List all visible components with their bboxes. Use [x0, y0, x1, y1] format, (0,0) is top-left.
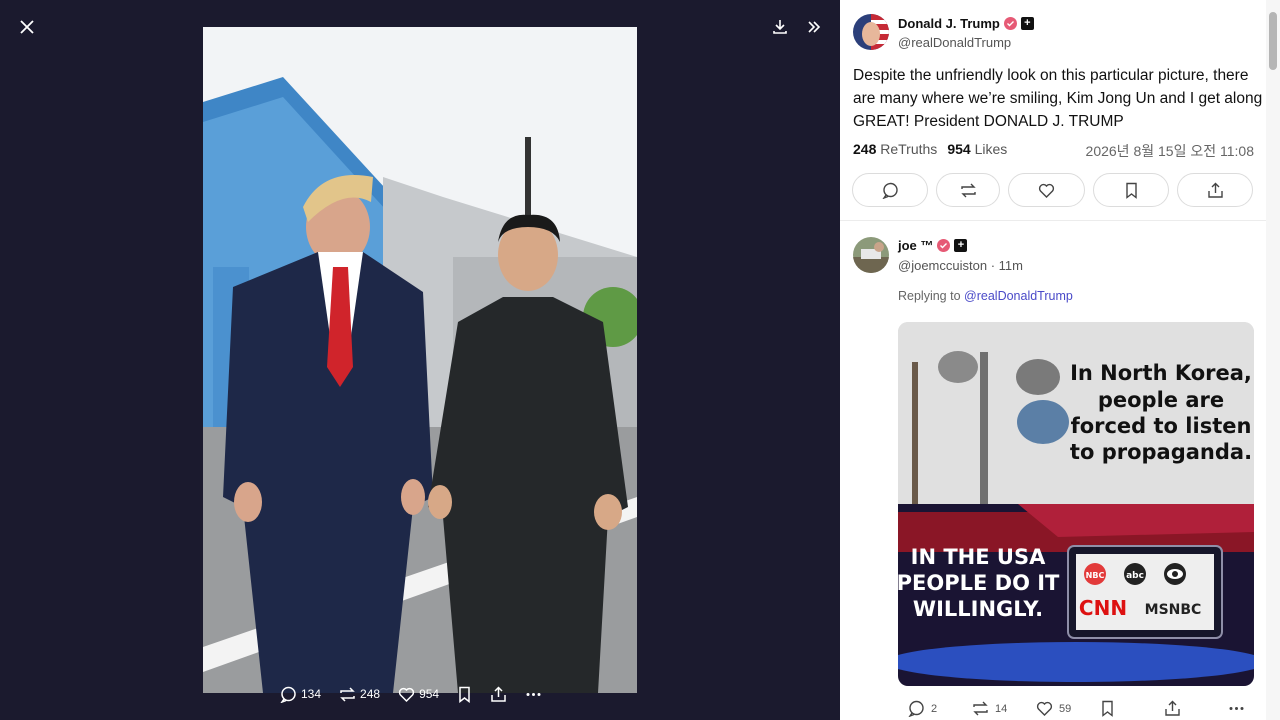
- media-viewer: 134 248 954: [0, 0, 840, 720]
- media-retruth-button[interactable]: 248: [339, 686, 380, 703]
- bookmark-button[interactable]: [1093, 173, 1169, 207]
- retruths-stat[interactable]: 248 ReTruths: [853, 141, 937, 157]
- reply-meme-image[interactable]: In North Korea, people are forced to lis…: [898, 322, 1254, 686]
- likes-label: Likes: [974, 141, 1008, 157]
- logo-cnn: CNN: [1079, 596, 1127, 620]
- author-name[interactable]: Donald J. Trump: [898, 16, 1000, 31]
- media-reply-count: 134: [301, 687, 322, 701]
- divider: [840, 220, 1266, 221]
- reply-button[interactable]: [852, 173, 928, 207]
- meme-top-line-1: In North Korea,: [1070, 361, 1252, 385]
- meme-bottom-line-1: IN THE USA: [911, 545, 1046, 569]
- reply-more-button[interactable]: [1228, 700, 1280, 717]
- meme-top-line-2: people are: [1098, 388, 1224, 412]
- reply-author-meta: @joemccuiston · 11m: [898, 258, 1023, 273]
- media-retruth-count: 248: [360, 687, 381, 701]
- logo-abc: abc: [1126, 571, 1144, 581]
- post-datetime: 2026년 8월 15일 오전 11:08: [1085, 143, 1254, 159]
- reply-reply-count: 2: [931, 702, 938, 715]
- media-reply-button[interactable]: 134: [280, 686, 321, 703]
- meme-bottom-line-2: PEOPLE DO IT: [898, 571, 1060, 595]
- media-like-button[interactable]: 954: [398, 686, 439, 703]
- reply-like-count: 59: [1059, 702, 1072, 715]
- share-icon: [491, 685, 506, 702]
- reply-share-button[interactable]: [1164, 700, 1228, 717]
- plus-badge-icon: +: [954, 239, 968, 252]
- bookmark-icon: [459, 686, 470, 703]
- meme-top-line-4: to propaganda.: [1070, 440, 1252, 464]
- reply-author-name-row: joe ™ +: [898, 238, 968, 253]
- media-action-bar: 134 248 954: [280, 680, 542, 708]
- author-avatar[interactable]: [853, 14, 889, 50]
- reply-action-bar: 2 14 59: [908, 700, 1280, 717]
- more-icon: [526, 692, 541, 696]
- comment-icon: [908, 700, 924, 717]
- post-text: Despite the unfriendly look on this part…: [853, 67, 1263, 130]
- replying-to-prefix: Replying to: [898, 289, 961, 303]
- heart-icon: [398, 687, 415, 702]
- media-like-count: 954: [419, 687, 440, 701]
- likes-count: 954: [947, 141, 971, 157]
- media-more-button[interactable]: [525, 686, 542, 703]
- share-icon: [1165, 700, 1180, 716]
- scrollbar[interactable]: [1266, 0, 1280, 720]
- media-share-button[interactable]: [490, 685, 507, 703]
- scrollbar-thumb[interactable]: [1269, 12, 1277, 70]
- retruths-label: ReTruths: [880, 141, 938, 157]
- author-handle[interactable]: @realDonaldTrump: [898, 35, 1011, 50]
- post-stats: 248 ReTruths 954 Likes: [853, 141, 1007, 157]
- like-button[interactable]: [1008, 173, 1085, 207]
- verified-badge-icon: [937, 239, 951, 252]
- post-action-bar: [852, 173, 1253, 207]
- meme-top-line-3: forced to listen: [1071, 414, 1252, 438]
- retruths-count: 248: [853, 141, 877, 157]
- likes-stat[interactable]: 954 Likes: [947, 141, 1007, 157]
- logo-nbc: NBC: [1086, 571, 1105, 580]
- reply-author-avatar[interactable]: [853, 237, 889, 273]
- post-detail-panel: Donald J. Trump + @realDonaldTrump Despi…: [840, 0, 1280, 720]
- reply-reply-button[interactable]: 2: [908, 700, 972, 717]
- meme-bottom-line-3: WILLINGLY.: [913, 597, 1043, 621]
- download-icon[interactable]: [766, 13, 794, 41]
- reply-author-handle[interactable]: @joemccuiston: [898, 258, 987, 273]
- reply-retruth-count: 14: [995, 702, 1008, 715]
- comment-icon: [280, 686, 296, 703]
- author-name-row: Donald J. Trump +: [898, 16, 1034, 31]
- close-icon[interactable]: [13, 13, 41, 41]
- bookmark-icon: [1125, 182, 1137, 199]
- replying-to-link[interactable]: @realDonaldTrump: [964, 289, 1073, 303]
- more-icon: [1229, 707, 1244, 710]
- comment-icon: [881, 182, 898, 199]
- reply-bookmark-button[interactable]: [1100, 700, 1164, 717]
- retruth-icon: [340, 686, 355, 702]
- heart-icon: [1036, 701, 1053, 716]
- verified-badge-icon: [1003, 17, 1017, 30]
- share-button[interactable]: [1177, 173, 1253, 207]
- reply-time: · 11m: [990, 258, 1023, 273]
- reply-retruth-button[interactable]: 14: [972, 700, 1036, 717]
- plus-badge-icon: +: [1020, 17, 1034, 30]
- retruth-button[interactable]: [936, 173, 1000, 207]
- reply-author-name[interactable]: joe ™: [898, 238, 933, 253]
- media-bookmark-button[interactable]: [457, 686, 472, 703]
- retruth-icon: [960, 183, 976, 197]
- post-photo[interactable]: [203, 27, 637, 693]
- replying-to: Replying to @realDonaldTrump: [898, 289, 1073, 303]
- logo-msnbc: MSNBC: [1145, 602, 1202, 618]
- reply-like-button[interactable]: 59: [1036, 700, 1100, 717]
- bookmark-icon: [1102, 700, 1113, 717]
- retruth-icon: [973, 701, 988, 716]
- share-icon: [1207, 182, 1223, 198]
- collapse-panel-icon[interactable]: [800, 13, 828, 41]
- heart-icon: [1038, 183, 1055, 198]
